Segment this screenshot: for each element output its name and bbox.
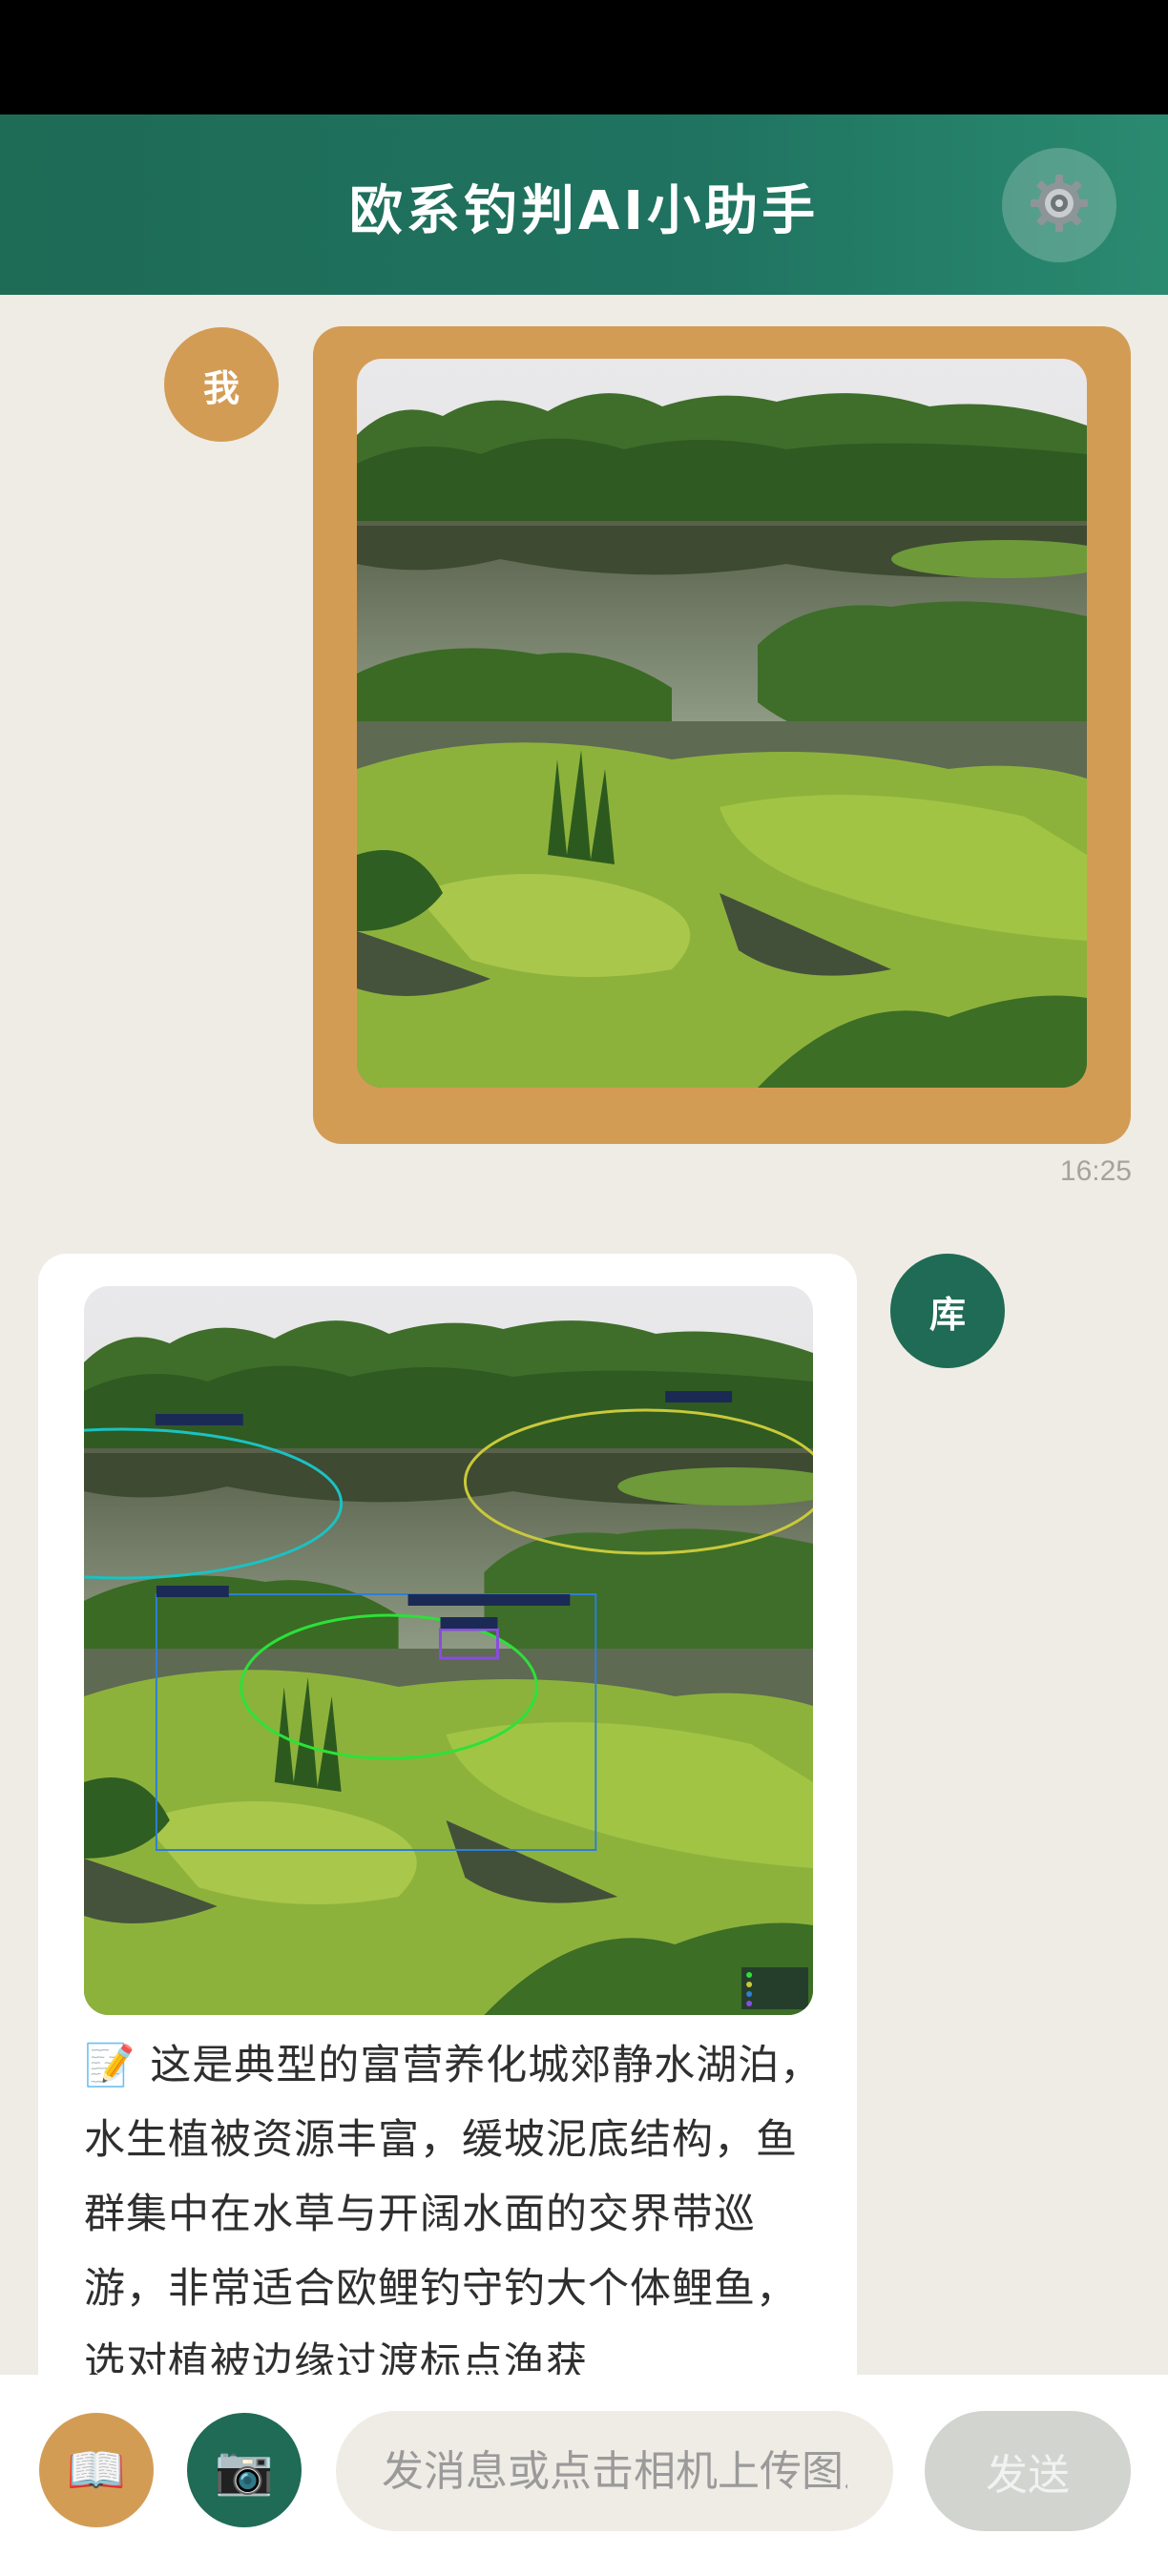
assistant-avatar: 库 [890, 1254, 1005, 1368]
assistant-reply-text: 📝 这是典型的富营养化城郊静水湖泊，水生植被资源丰富，缓坡泥底结构，鱼群集中在水… [84, 2028, 838, 2375]
assistant-message-bubble[interactable]: 📝 这是典型的富营养化城郊静水湖泊，水生植被资源丰富，缓坡泥底结构，鱼群集中在水… [38, 1254, 857, 2375]
settings-button[interactable] [1002, 148, 1116, 262]
annotated-lake-photo[interactable] [84, 1286, 813, 2015]
gear-icon [1028, 172, 1091, 239]
message-timestamp: 16:25 [1059, 1155, 1132, 1187]
app-title: 欧系钓判AI小助手 [348, 180, 820, 242]
lake-photo[interactable] [357, 359, 1087, 1088]
user-message-bubble[interactable] [313, 326, 1131, 1144]
chat-area[interactable]: 我 16:25 📝 这是典型的富营养化城郊静水湖泊，水生植被资源丰富，缓坡泥底结… [0, 295, 1168, 2375]
send-button[interactable]: 发送 [925, 2411, 1131, 2531]
camera-button[interactable]: 📷 [187, 2413, 302, 2527]
memo-icon: 📝 [84, 2042, 136, 2089]
book-button[interactable]: 📖 [39, 2413, 154, 2527]
book-icon: 📖 [66, 2441, 127, 2498]
message-input[interactable] [336, 2411, 893, 2531]
user-avatar: 我 [164, 327, 279, 442]
camera-icon: 📷 [214, 2441, 275, 2498]
status-bar [0, 0, 1168, 114]
input-bar: 📖 📷 发送 [0, 2375, 1168, 2576]
assistant-avatar-label: 库 [928, 1293, 966, 1336]
reply-body: 这是典型的富营养化城郊静水湖泊，水生植被资源丰富，缓坡泥底结构，鱼群集中在水草与… [84, 2042, 823, 2375]
app-header: 欧系钓判AI小助手 [0, 114, 1168, 295]
user-avatar-label: 我 [202, 366, 240, 409]
